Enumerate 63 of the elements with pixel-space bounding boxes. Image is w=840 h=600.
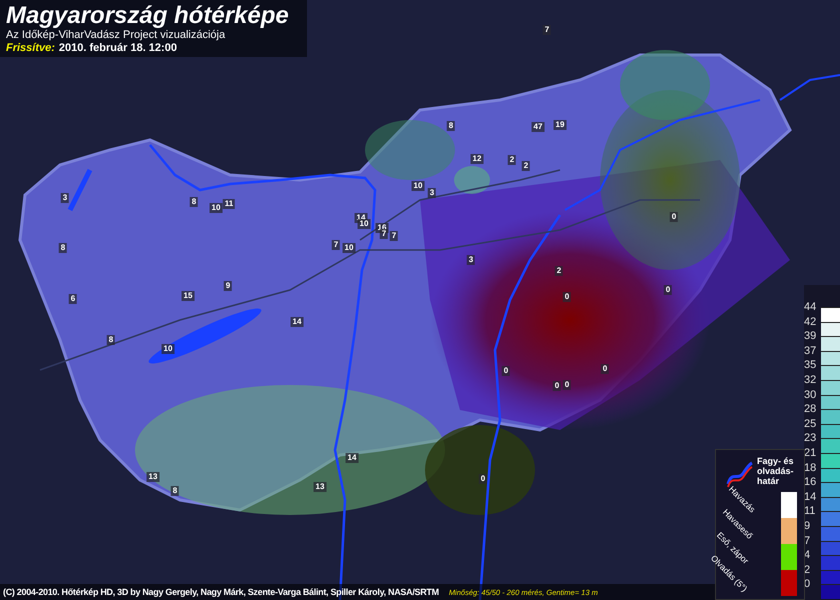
map-subtitle: Az Időkép-ViharVadász Project vizualizációja — [6, 29, 226, 42]
snow-depth-label: 0 — [502, 366, 510, 376]
scale-label: 23 — [804, 432, 818, 446]
snow-depth-label: 0 — [664, 285, 672, 295]
snow-depth-label: 2 — [522, 161, 530, 171]
snow-depth-label: 8 — [58, 243, 68, 253]
scale-label: 16 — [804, 476, 818, 490]
snow-depth-label: 0 — [478, 474, 488, 484]
snow-depth-label: 10 — [342, 243, 356, 253]
scale-label: 11 — [804, 505, 816, 518]
scale-label: 44 — [804, 301, 818, 314]
updated-label: Frissítve: — [6, 42, 55, 55]
scale-label: 2 — [804, 564, 812, 577]
scale-label: 4 — [804, 549, 812, 562]
updated-time: 2010. február 18. 12:00 — [58, 42, 177, 55]
snow-depth-label: 10 — [412, 181, 424, 191]
snow-depth-label: 7 — [380, 229, 388, 239]
snow-depth-label: 15 — [182, 291, 194, 301]
snow-depth-label: 8 — [170, 486, 180, 496]
scale-label: 18 — [804, 462, 818, 475]
scale-label: 21 — [804, 446, 818, 460]
snow-depth-label: 3 — [428, 188, 436, 198]
snow-depth-label: 0 — [670, 212, 678, 222]
snow-depth-label: 0 — [562, 380, 572, 390]
snow-depth-label: 6 — [68, 294, 78, 304]
scale-label: 7 — [804, 534, 812, 548]
snow-depth-label: 11 — [222, 199, 236, 209]
snow-depth-label: 7 — [390, 231, 398, 241]
snow-depth-label: 2 — [554, 266, 564, 276]
snow-depth-label: 0 — [552, 381, 562, 391]
scale-label: 32 — [804, 374, 818, 387]
scale-label: 30 — [804, 388, 818, 402]
snow-depth-label: 8 — [106, 335, 116, 345]
scale-label: 14 — [804, 490, 818, 504]
snow-depth-label: 3 — [60, 193, 70, 203]
credits-text: (C) 2004-2010. Hőtérkép HD, 3D by Nagy Gergely, Nagy Márk, Szente-Varga Bálint, Spiller Károly, NASA/SRTM — [3, 587, 439, 597]
scale-label: 37 — [804, 344, 818, 358]
snow-depth-label: 14 — [346, 453, 358, 463]
snow-depth-label: 9 — [224, 281, 232, 291]
boundary-line-icon — [726, 460, 754, 488]
snow-depth-label: 10 — [210, 203, 222, 213]
snow-depth-label: 0 — [600, 364, 610, 374]
snow-depth-label: 8 — [190, 197, 198, 207]
snow-depth-label: 8 — [446, 121, 456, 131]
snow-depth-label: 3 — [466, 255, 476, 265]
boundary-label: Fagy- és olvadás-határ — [757, 456, 795, 486]
scale-label: 39 — [804, 330, 818, 344]
snow-depth-label: 12 — [470, 154, 484, 164]
snow-depth-label: 7 — [542, 25, 552, 35]
scale-label: 25 — [804, 418, 818, 431]
snow-depth-label: 0 — [562, 292, 572, 302]
snow-depth-label: 2 — [508, 155, 516, 165]
snow-depth-label: 13 — [146, 472, 160, 482]
snow-depth-label: 13 — [314, 482, 326, 492]
scale-label: 42 — [804, 316, 818, 329]
scale-label: 35 — [804, 359, 818, 372]
map-title: Magyarország hótérképe — [6, 2, 289, 29]
snow-depth-label: 14 — [290, 317, 304, 327]
scale-label: 28 — [804, 403, 818, 416]
snow-depth-label: 10 — [162, 344, 174, 354]
snow-depth-label: 7 — [332, 240, 340, 250]
snow-depth-label: 47 — [532, 122, 544, 132]
snow-depth-label: 19 — [554, 120, 566, 130]
